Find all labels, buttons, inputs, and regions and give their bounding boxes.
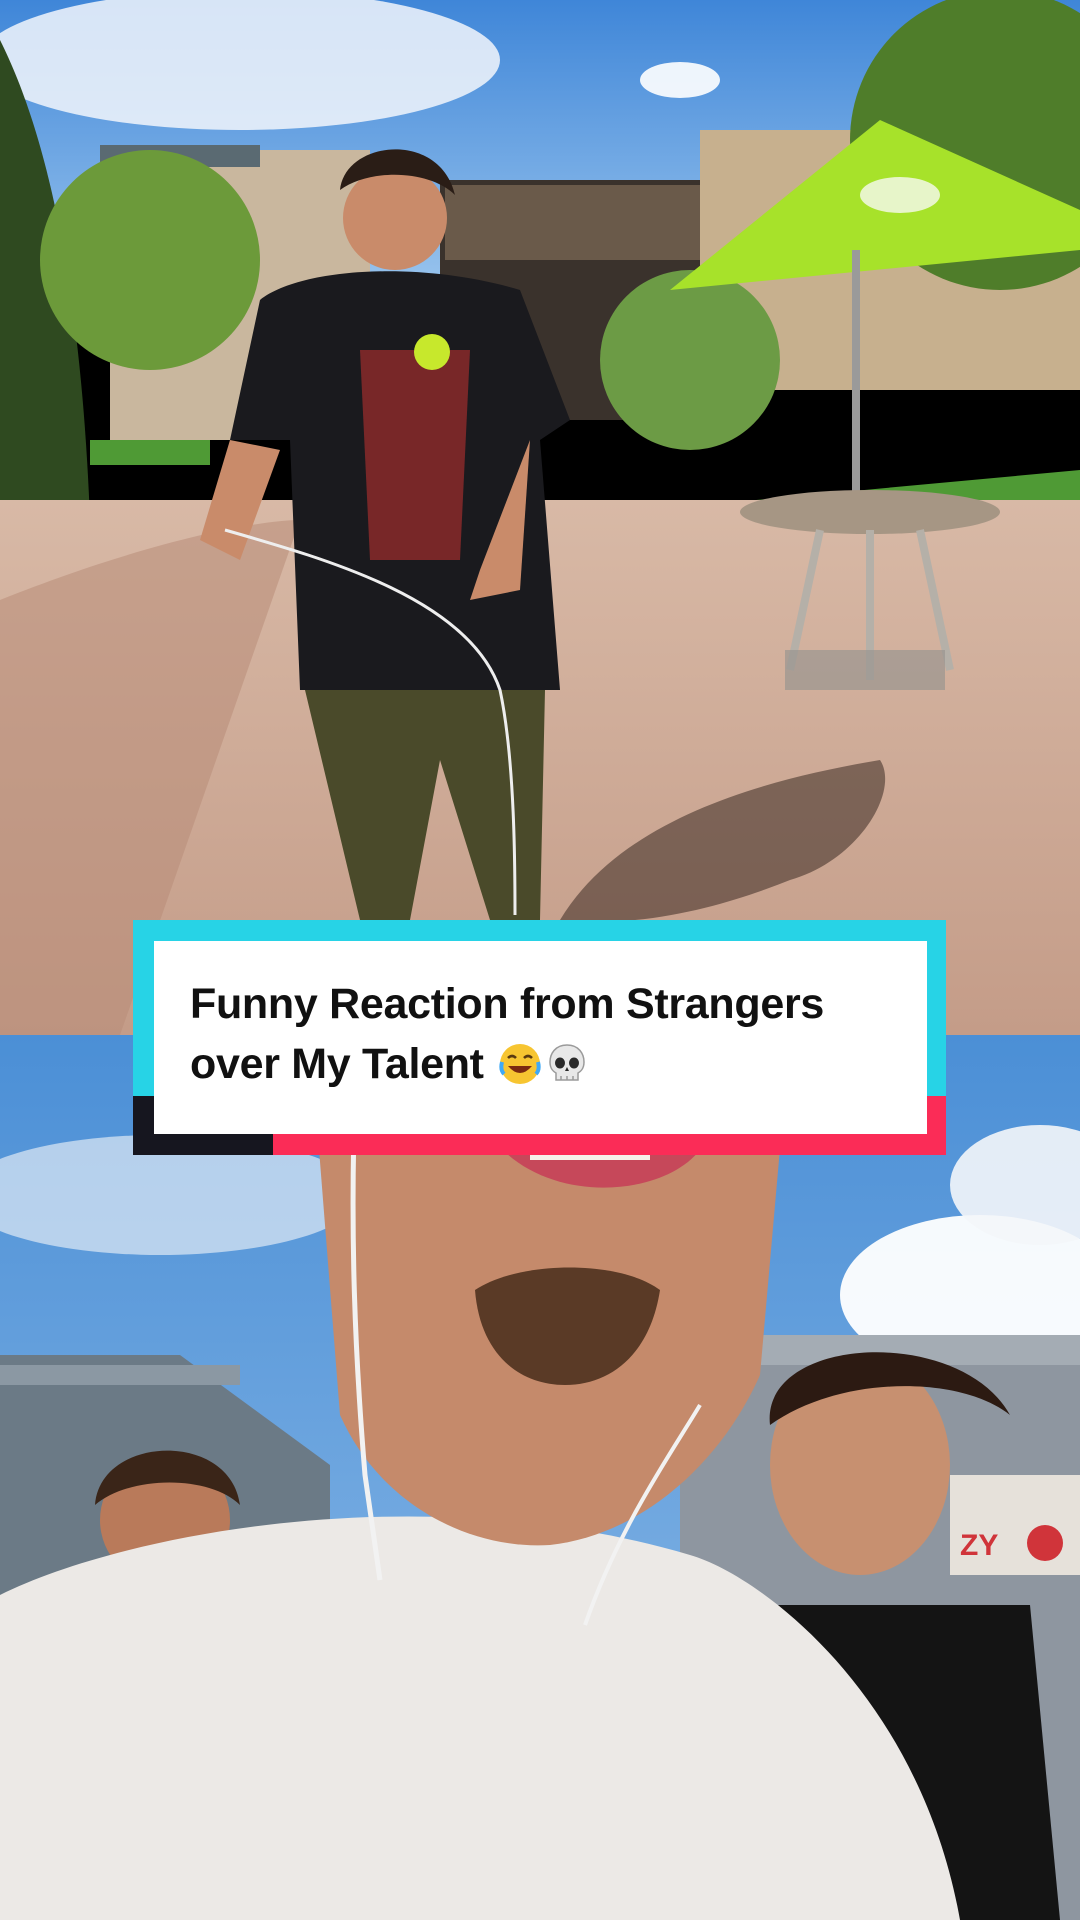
caption-box: Funny Reaction from Strangers over My Ta…: [154, 941, 927, 1134]
round-table: [740, 490, 1000, 534]
table-base: [785, 650, 945, 690]
yoyo-ball: [414, 334, 450, 370]
decorative-panel: [445, 185, 735, 260]
shrub-tree: [600, 270, 780, 450]
caption-line-1: Funny Reaction from Strangers: [190, 980, 825, 1028]
bottom-scene-illustration: ZY: [0, 1035, 1080, 1920]
crab-logo-icon: [1027, 1525, 1063, 1561]
caption-card: Funny Reaction from Strangers over My Ta…: [133, 920, 946, 1155]
caption-line-2-text: over My Talent: [190, 1040, 484, 1088]
caption-text: Funny Reaction from Strangers over My Ta…: [190, 974, 891, 1094]
shirt-graphic: [360, 350, 470, 560]
top-video-frame: [0, 0, 1080, 1035]
caption-line-2: over My Talent: [190, 1034, 891, 1094]
top-scene-illustration: [0, 0, 1080, 1035]
tree: [40, 150, 260, 370]
store-sign-text: ZY: [960, 1529, 998, 1562]
cloud: [640, 62, 720, 98]
skull-emoji-icon: [549, 1044, 586, 1081]
laughing-emoji-icon: [499, 1044, 542, 1084]
umbrella-pole: [852, 250, 860, 510]
building-roof: [0, 1365, 240, 1385]
bottom-video-frame: ZY: [0, 1035, 1080, 1920]
performer-head: [343, 166, 447, 270]
grass: [90, 440, 210, 465]
umbrella-logo: [860, 177, 940, 213]
